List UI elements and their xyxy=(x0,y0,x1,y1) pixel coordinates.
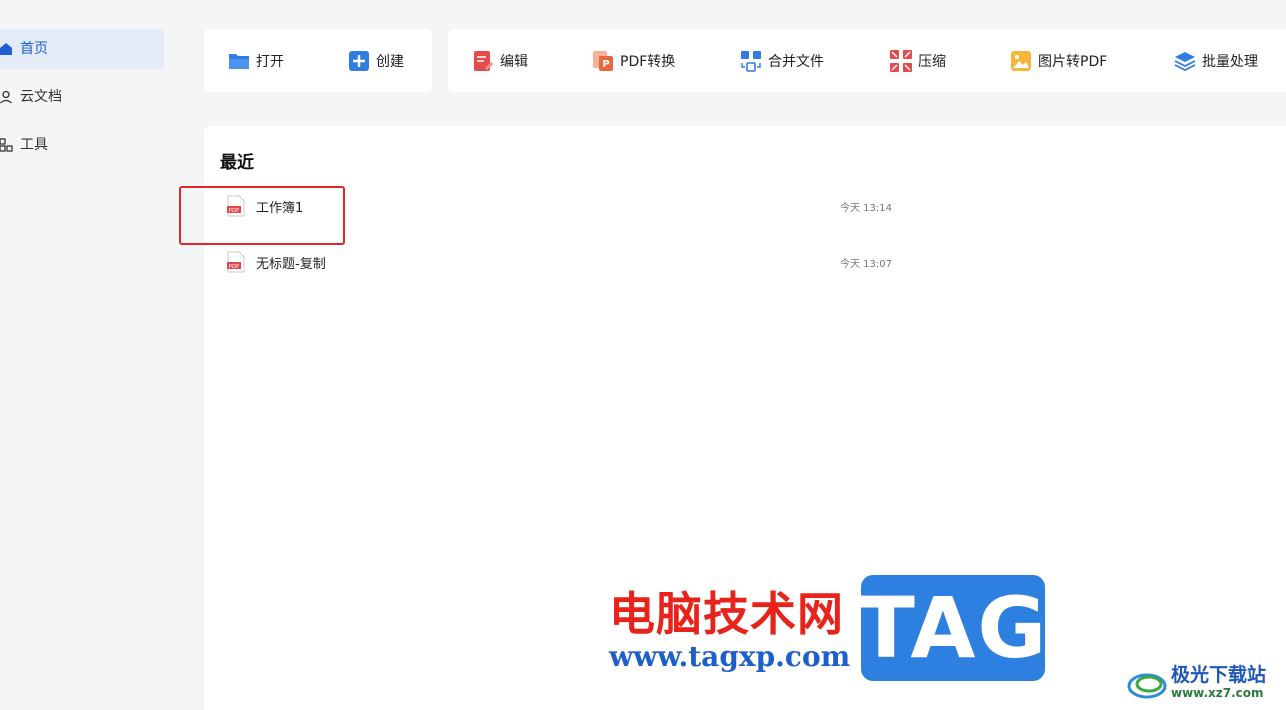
watermark-brand-text: 电脑技术网 xyxy=(609,587,844,641)
edit-doc-icon xyxy=(472,50,494,72)
watermark-site-name: 极光下载站 xyxy=(1171,664,1267,686)
merge-files-button[interactable]: 合并文件 xyxy=(740,41,824,81)
svg-text:PDF: PDF xyxy=(229,208,240,214)
create-button[interactable]: 创建 xyxy=(348,41,404,81)
batch-process-label: 批量处理 xyxy=(1202,54,1258,70)
open-label: 打开 xyxy=(256,54,284,70)
compress-button[interactable]: 压缩 xyxy=(890,41,946,81)
sidebar-item-cloud-docs[interactable]: 云文档 xyxy=(0,77,164,117)
svg-text:P: P xyxy=(602,59,609,70)
batch-process-button[interactable]: 批量处理 xyxy=(1174,41,1258,81)
layers-icon xyxy=(1174,50,1196,72)
tools-card: 编辑 P PDF转换 合并文件 压缩 图片转PDF 批量处理 xyxy=(448,29,1286,92)
pdf-file-icon: PDF xyxy=(227,195,245,217)
edit-button[interactable]: 编辑 xyxy=(472,41,528,81)
pdf-convert-label: PDF转换 xyxy=(620,54,676,70)
svg-text:PDF: PDF xyxy=(229,264,240,270)
open-button[interactable]: 打开 xyxy=(228,41,284,81)
merge-files-label: 合并文件 xyxy=(768,54,824,70)
merge-icon xyxy=(740,50,762,72)
pdf-convert-icon: P xyxy=(592,50,614,72)
plus-icon xyxy=(348,50,370,72)
file-time: 今天 13:07 xyxy=(840,258,892,270)
watermark-site-logo: 极光下载站 www.xz7.com xyxy=(1127,660,1285,706)
compress-label: 压缩 xyxy=(918,54,946,70)
sidebar-item-label: 云文档 xyxy=(20,89,62,105)
recent-title: 最近 xyxy=(220,153,254,173)
compress-icon xyxy=(890,50,912,72)
home-icon xyxy=(0,41,14,57)
edit-label: 编辑 xyxy=(500,54,528,70)
recent-file-row[interactable]: PDF 工作簿1 今天 13:14 xyxy=(226,191,906,221)
watermark-brand-url: www.tagxp.com xyxy=(609,640,851,673)
watermark-tag-text: TAG xyxy=(857,579,1049,677)
file-name: 无标题-复制 xyxy=(256,256,326,272)
file-name: 工作簿1 xyxy=(256,200,304,216)
tools-icon xyxy=(0,137,14,153)
sidebar-item-tools[interactable]: 工具 xyxy=(0,125,164,165)
image-to-pdf-button[interactable]: 图片转PDF xyxy=(1010,41,1107,81)
recent-file-row[interactable]: PDF 无标题-复制 今天 13:07 xyxy=(226,247,906,277)
cloud-doc-icon xyxy=(0,89,14,105)
image-to-pdf-label: 图片转PDF xyxy=(1038,54,1108,70)
create-label: 创建 xyxy=(376,54,404,70)
sidebar: 首页 云文档 工具 xyxy=(0,0,172,710)
folder-icon xyxy=(228,50,250,72)
file-time: 今天 13:14 xyxy=(840,202,892,214)
aurora-logo-icon xyxy=(1127,673,1167,699)
sidebar-item-label: 工具 xyxy=(20,137,48,153)
pdf-file-icon: PDF xyxy=(227,251,245,273)
image-icon xyxy=(1010,50,1032,72)
watermark-site-url: www.xz7.com xyxy=(1171,686,1264,700)
pdf-convert-button[interactable]: P PDF转换 xyxy=(592,41,675,81)
watermark-tag-logo: TAG xyxy=(858,575,1046,681)
sidebar-item-home[interactable]: 首页 xyxy=(0,29,164,69)
file-actions-card: 打开 创建 xyxy=(204,29,432,92)
sidebar-item-label: 首页 xyxy=(20,41,48,57)
